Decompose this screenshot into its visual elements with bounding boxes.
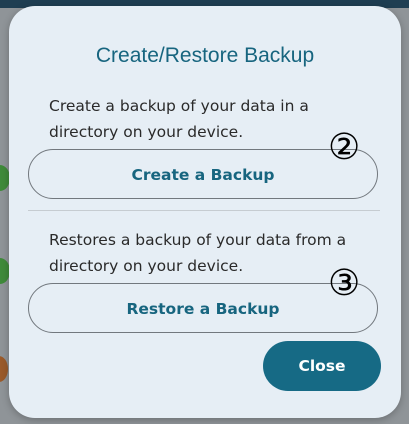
section-divider	[28, 210, 380, 211]
background-orange-chip	[0, 356, 8, 382]
backup-dialog: Create/Restore Backup Create a backup of…	[9, 6, 401, 418]
step-3-badge: ③	[328, 263, 361, 304]
create-backup-button[interactable]: Create a Backup	[28, 149, 378, 199]
restore-backup-button[interactable]: Restore a Backup	[28, 283, 378, 333]
close-button[interactable]: Close	[263, 341, 381, 391]
step-2-badge: ②	[328, 127, 361, 168]
dialog-title: Create/Restore Backup	[95, 44, 315, 67]
